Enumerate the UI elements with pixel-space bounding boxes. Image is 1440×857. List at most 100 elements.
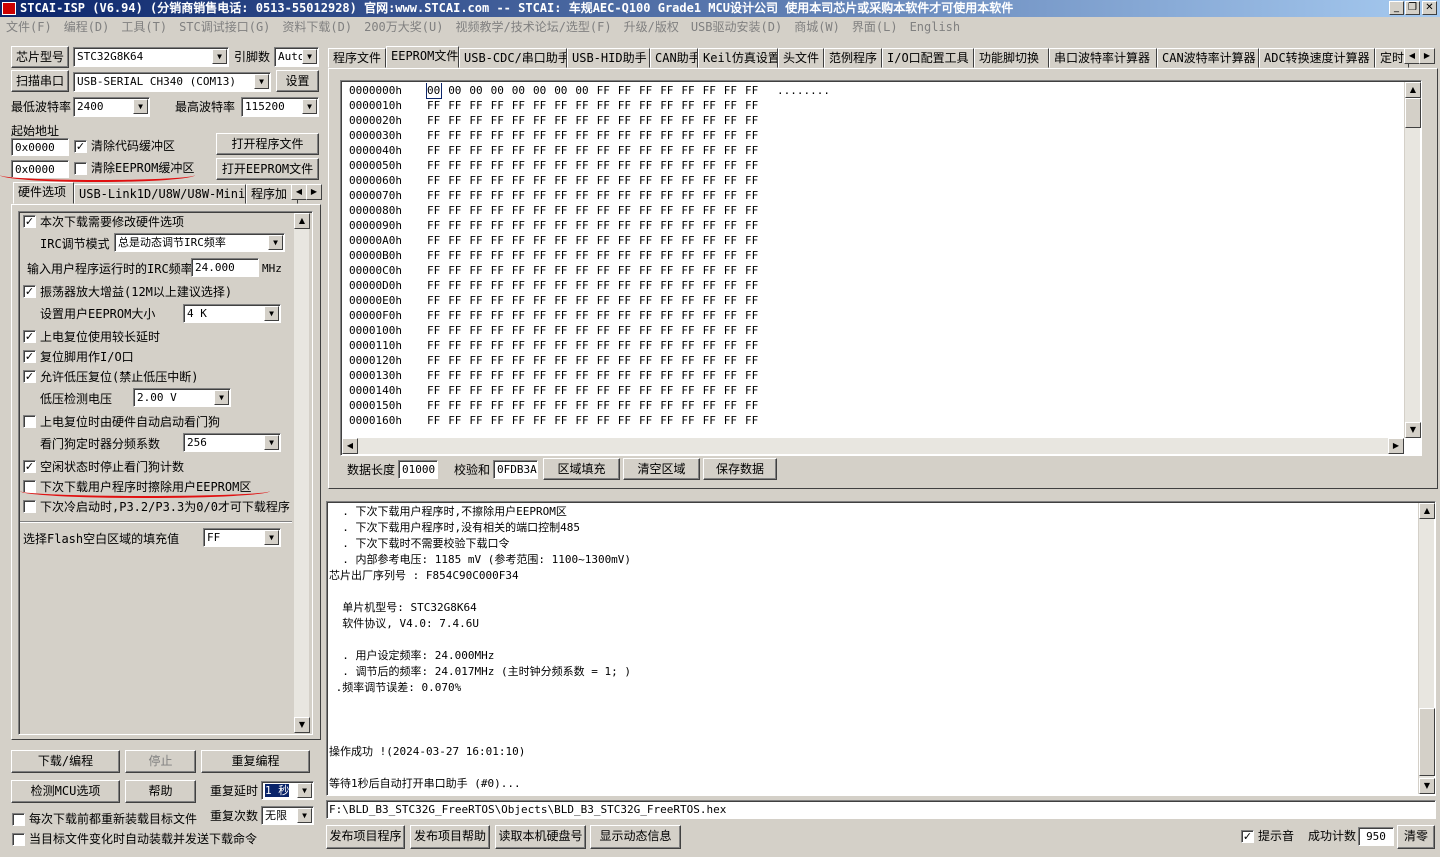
- hex-byte[interactable]: FF: [512, 308, 530, 323]
- hex-byte[interactable]: FF: [660, 398, 678, 413]
- hex-byte[interactable]: FF: [597, 98, 615, 113]
- stop-button[interactable]: 停止: [125, 750, 196, 773]
- hex-byte[interactable]: FF: [703, 83, 721, 98]
- hex-byte[interactable]: FF: [554, 113, 572, 128]
- tab-right-9[interactable]: 功能脚切换: [974, 48, 1049, 68]
- menu-item[interactable]: 升级/版权: [624, 20, 679, 34]
- hex-byte[interactable]: FF: [597, 398, 615, 413]
- hex-byte[interactable]: FF: [575, 293, 593, 308]
- clear-area-button[interactable]: 清空区域: [623, 458, 700, 480]
- hex-byte[interactable]: FF: [745, 278, 763, 293]
- hex-byte[interactable]: FF: [618, 218, 636, 233]
- menu-item[interactable]: 200万大奖(U): [364, 20, 443, 34]
- hex-byte[interactable]: FF: [491, 413, 509, 428]
- hex-byte[interactable]: FF: [639, 413, 657, 428]
- hex-byte[interactable]: FF: [703, 308, 721, 323]
- hex-byte[interactable]: FF: [745, 98, 763, 113]
- hex-byte[interactable]: FF: [745, 83, 763, 98]
- hex-byte[interactable]: FF: [724, 368, 742, 383]
- clear-count-button[interactable]: 清零: [1397, 825, 1435, 849]
- hex-byte[interactable]: FF: [427, 248, 445, 263]
- menu-item[interactable]: English: [910, 20, 961, 34]
- hex-byte[interactable]: FF: [554, 143, 572, 158]
- hex-byte[interactable]: FF: [512, 368, 530, 383]
- hex-byte[interactable]: FF: [597, 413, 615, 428]
- hex-viewer[interactable]: 0000000h 00 00 00 00 00 00 00 00 FF FF FF FF FF FF FF FF…: [340, 80, 1422, 456]
- hex-byte[interactable]: FF: [639, 263, 657, 278]
- hex-byte[interactable]: FF: [512, 143, 530, 158]
- max-baud-select[interactable]: 115200 ▼: [241, 97, 319, 117]
- hex-byte[interactable]: FF: [512, 173, 530, 188]
- hex-byte[interactable]: FF: [597, 278, 615, 293]
- hex-byte[interactable]: FF: [660, 413, 678, 428]
- hex-byte[interactable]: FF: [427, 263, 445, 278]
- hex-byte[interactable]: FF: [469, 188, 487, 203]
- hex-byte[interactable]: FF: [618, 98, 636, 113]
- hex-byte[interactable]: FF: [491, 143, 509, 158]
- hex-byte[interactable]: FF: [448, 353, 466, 368]
- hex-byte[interactable]: FF: [639, 128, 657, 143]
- hex-byte[interactable]: FF: [469, 143, 487, 158]
- hex-byte[interactable]: FF: [724, 383, 742, 398]
- tab-right-2[interactable]: USB-CDC/串口助手: [459, 48, 567, 68]
- hex-byte[interactable]: FF: [469, 353, 487, 368]
- hex-byte[interactable]: FF: [681, 188, 699, 203]
- tab-scroll-right-icon[interactable]: ▶: [306, 184, 322, 200]
- hex-byte[interactable]: FF: [448, 113, 466, 128]
- hex-byte[interactable]: FF: [660, 278, 678, 293]
- hex-byte[interactable]: FF: [618, 143, 636, 158]
- hex-byte[interactable]: FF: [512, 98, 530, 113]
- hex-byte[interactable]: FF: [639, 353, 657, 368]
- hex-byte[interactable]: FF: [575, 338, 593, 353]
- tab-scroll-left-icon[interactable]: ◀: [1404, 48, 1420, 64]
- hex-byte[interactable]: FF: [597, 173, 615, 188]
- hex-byte[interactable]: FF: [533, 158, 551, 173]
- hex-byte[interactable]: FF: [575, 398, 593, 413]
- hex-byte[interactable]: FF: [660, 128, 678, 143]
- hex-byte[interactable]: FF: [491, 263, 509, 278]
- hex-byte[interactable]: FF: [597, 383, 615, 398]
- hex-byte[interactable]: FF: [554, 278, 572, 293]
- hex-byte[interactable]: FF: [512, 338, 530, 353]
- hex-byte[interactable]: FF: [575, 413, 593, 428]
- hex-byte[interactable]: FF: [597, 218, 615, 233]
- menu-item[interactable]: 文件(F): [6, 20, 52, 34]
- hex-byte[interactable]: FF: [681, 218, 699, 233]
- options-scrollbar[interactable]: ▲ ▼: [293, 213, 310, 733]
- hex-byte[interactable]: FF: [745, 398, 763, 413]
- hex-byte[interactable]: FF: [597, 263, 615, 278]
- hex-byte[interactable]: FF: [618, 293, 636, 308]
- hex-byte[interactable]: FF: [724, 143, 742, 158]
- hex-byte[interactable]: FF: [745, 368, 763, 383]
- hex-byte[interactable]: FF: [618, 188, 636, 203]
- hex-byte[interactable]: FF: [554, 353, 572, 368]
- modify-hw-checkbox[interactable]: ✓: [23, 215, 36, 228]
- fill-area-button[interactable]: 区域填充: [543, 458, 620, 480]
- minimize-button[interactable]: _: [1389, 1, 1404, 15]
- tab-right-0[interactable]: 程序文件: [328, 48, 386, 68]
- tab-right-6[interactable]: 头文件: [778, 48, 824, 68]
- hex-byte[interactable]: FF: [533, 248, 551, 263]
- hex-byte[interactable]: FF: [724, 293, 742, 308]
- hex-byte[interactable]: FF: [491, 293, 509, 308]
- save-data-button[interactable]: 保存数据: [703, 458, 777, 480]
- hex-byte[interactable]: FF: [639, 83, 657, 98]
- hex-byte[interactable]: FF: [703, 173, 721, 188]
- hex-byte[interactable]: FF: [575, 263, 593, 278]
- hex-byte[interactable]: FF: [491, 308, 509, 323]
- hex-byte[interactable]: FF: [427, 413, 445, 428]
- hex-byte[interactable]: FF: [618, 278, 636, 293]
- hex-byte[interactable]: 00: [426, 83, 442, 99]
- hex-byte[interactable]: FF: [491, 323, 509, 338]
- hex-byte[interactable]: FF: [448, 98, 466, 113]
- hex-byte[interactable]: FF: [745, 248, 763, 263]
- hex-byte[interactable]: FF: [469, 98, 487, 113]
- publish-help-button[interactable]: 发布项目帮助: [410, 825, 490, 849]
- hex-byte[interactable]: FF: [597, 83, 615, 98]
- hex-byte[interactable]: FF: [491, 128, 509, 143]
- eeprom-size-select[interactable]: 4 K ▼: [183, 304, 281, 323]
- hex-byte[interactable]: FF: [703, 413, 721, 428]
- hex-byte[interactable]: FF: [639, 233, 657, 248]
- tab-right-10[interactable]: 串口波特率计算器: [1049, 48, 1157, 68]
- hex-byte[interactable]: FF: [745, 308, 763, 323]
